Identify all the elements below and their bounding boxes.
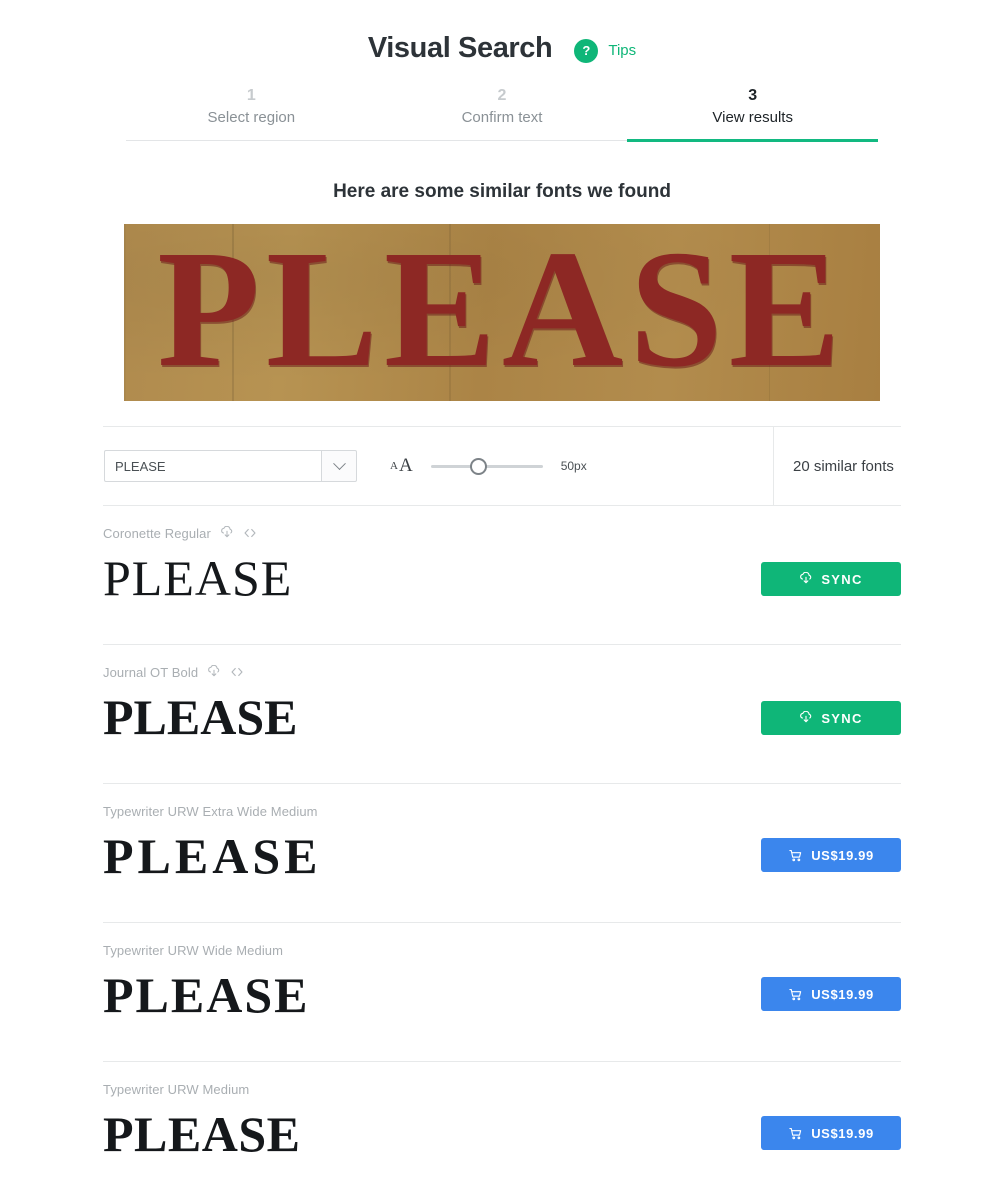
code-icon[interactable] xyxy=(243,526,257,540)
sync-button[interactable]: SYNC xyxy=(761,562,901,597)
font-result-row: Coronette Regular PLEASE SYNC xyxy=(103,506,901,646)
buy-button-label: US$19.99 xyxy=(811,847,874,863)
chevron-down-icon xyxy=(332,456,346,470)
font-meta: Coronette Regular xyxy=(103,524,901,542)
font-meta: Journal OT Bold xyxy=(103,663,901,681)
step-label: View results xyxy=(712,108,793,126)
font-name: Typewriter URW Medium xyxy=(103,1081,250,1097)
font-result-row: Typewriter URW Wide Medium PLEASE US$19.… xyxy=(103,923,901,1063)
preview-controls-bar: A A 50px 20 similar fonts xyxy=(103,426,901,507)
sample-image-text: PLEASE xyxy=(157,224,847,402)
font-result-row: Typewriter URW Extra Wide Medium PLEASE … xyxy=(103,784,901,924)
page-title: Visual Search xyxy=(367,32,553,64)
code-icon[interactable] xyxy=(230,665,244,679)
step-label: Select region xyxy=(207,108,296,126)
shopping-cart-icon xyxy=(789,849,802,861)
tips-group: ? Tips xyxy=(574,38,636,63)
slider-handle[interactable] xyxy=(469,458,487,476)
font-results-list: Coronette Regular PLEASE SYNC Journal OT… xyxy=(103,506,901,1201)
step-number: 1 xyxy=(246,87,256,104)
small-a-icon: A xyxy=(390,460,398,473)
cloud-download-icon xyxy=(800,711,812,723)
sync-button-label: SYNC xyxy=(821,710,863,726)
font-meta: Typewriter URW Extra Wide Medium xyxy=(103,802,901,820)
cloud-download-icon[interactable] xyxy=(220,526,234,540)
step-confirm-text[interactable]: 2 Confirm text xyxy=(377,85,628,140)
font-size-value: 50px xyxy=(560,459,587,474)
step-indicator: 1 Select region 2 Confirm text 3 View re… xyxy=(126,85,878,143)
source-image-preview: PLEASE xyxy=(124,224,880,402)
font-size-slider[interactable] xyxy=(430,457,543,476)
buy-button[interactable]: US$19.99 xyxy=(761,838,901,873)
controls-divider xyxy=(773,427,774,506)
buy-button-label: US$19.99 xyxy=(811,986,874,1002)
buy-button-label: US$19.99 xyxy=(811,1125,874,1141)
font-name: Coronette Regular xyxy=(103,525,211,541)
large-a-icon: A xyxy=(398,455,413,477)
font-result-row: Typewriter URW Medium PLEASE US$19.99 xyxy=(103,1062,901,1201)
sync-button[interactable]: SYNC xyxy=(761,701,901,736)
step-number: 3 xyxy=(748,87,758,104)
step-number: 2 xyxy=(497,87,507,104)
font-name: Typewriter URW Extra Wide Medium xyxy=(103,803,318,819)
cloud-download-icon[interactable] xyxy=(207,665,221,679)
shopping-cart-icon xyxy=(789,1127,802,1139)
font-name: Typewriter URW Wide Medium xyxy=(103,942,284,958)
font-name: Journal OT Bold xyxy=(103,664,199,680)
step-select-region[interactable]: 1 Select region xyxy=(126,85,377,140)
results-heading: Here are some similar fonts we found xyxy=(333,181,671,203)
page-header: Visual Search ? Tips xyxy=(0,0,1004,63)
font-result-row: Journal OT Bold PLEASE SYNC xyxy=(103,645,901,785)
cloud-download-icon xyxy=(800,572,812,584)
step-label: Confirm text xyxy=(461,108,543,126)
sample-text-dropdown-button[interactable] xyxy=(321,450,357,483)
tips-link[interactable]: Tips xyxy=(608,42,636,59)
shopping-cart-icon xyxy=(789,988,802,1000)
buy-button[interactable]: US$19.99 xyxy=(761,1116,901,1151)
sample-text-input[interactable] xyxy=(104,450,321,483)
question-mark-icon[interactable]: ? xyxy=(574,38,599,63)
step-view-results[interactable]: 3 View results xyxy=(627,85,878,143)
font-meta: Typewriter URW Medium xyxy=(103,1080,901,1098)
sample-text-group xyxy=(104,450,357,483)
buy-button[interactable]: US$19.99 xyxy=(761,977,901,1012)
font-size-controls: A A 50px xyxy=(390,455,587,477)
similar-fonts-count: 20 similar fonts xyxy=(793,457,894,475)
font-meta: Typewriter URW Wide Medium xyxy=(103,941,901,959)
sync-button-label: SYNC xyxy=(821,571,863,587)
